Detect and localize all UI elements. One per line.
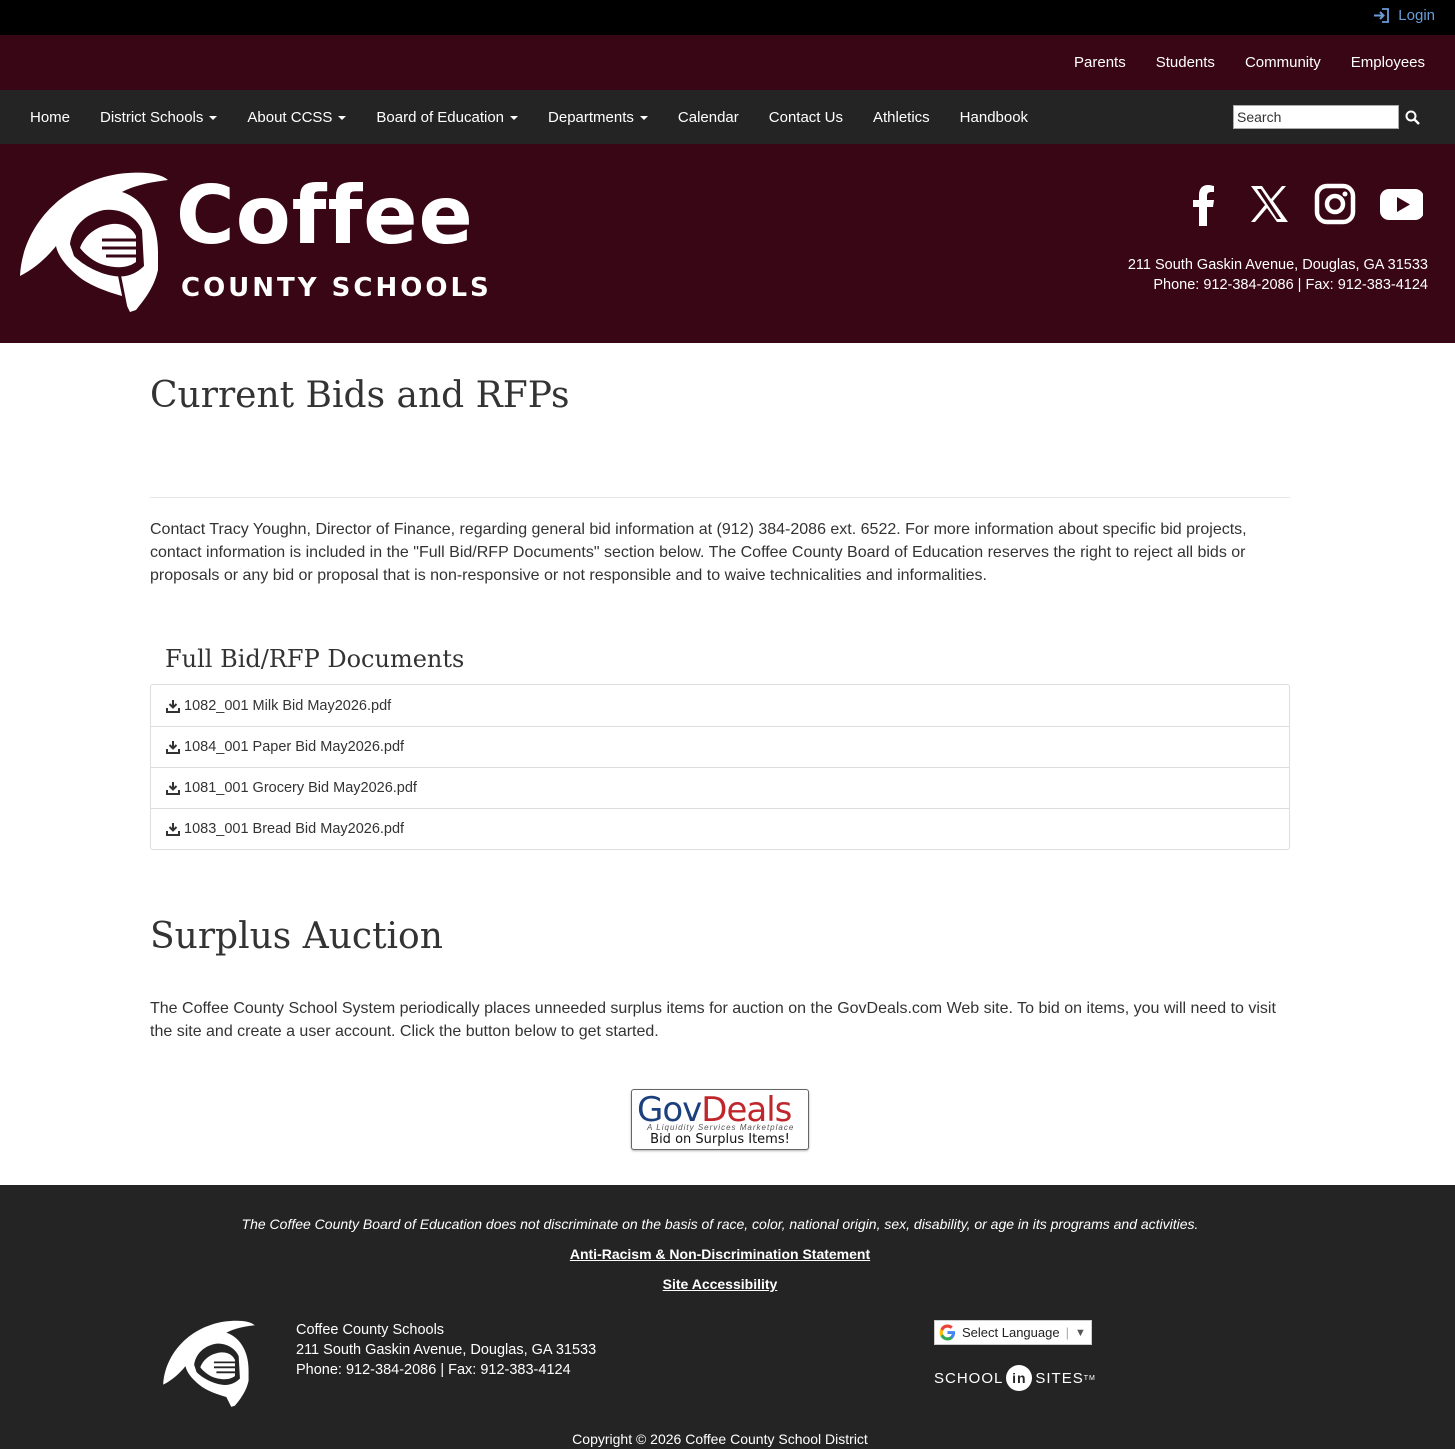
instagram-icon: [1314, 183, 1356, 225]
site-footer: The Coffee County Board of Education doe…: [0, 1185, 1455, 1449]
dropdown-arrow-icon: ▼: [1074, 1326, 1086, 1339]
social-links: [1181, 182, 1424, 226]
nav-athletics[interactable]: Athletics: [858, 109, 945, 126]
x-link[interactable]: [1247, 182, 1291, 226]
language-selector[interactable]: Select Language | ▼: [934, 1320, 1092, 1345]
audience-link-community[interactable]: Community: [1245, 54, 1321, 71]
audience-link-students[interactable]: Students: [1156, 54, 1215, 71]
govdeals-tagline: A Liquidity Services Marketplace: [647, 1123, 795, 1132]
document-name: 1081_001 Grocery Bid May2026.pdf: [184, 780, 417, 796]
logo-title: Coffee: [176, 169, 474, 262]
download-icon: [166, 823, 180, 836]
nav-contact-us[interactable]: Contact Us: [754, 109, 858, 126]
nav-about-ccss[interactable]: About CCSS: [232, 109, 361, 126]
document-link[interactable]: 1084_001 Paper Bid May2026.pdf: [151, 726, 1289, 767]
audience-nav-bar: Parents Students Community Employees: [0, 35, 1455, 90]
google-icon: [939, 1324, 956, 1341]
sis-sites-text: SITES: [1035, 1369, 1084, 1387]
footer-street-address: 211 South Gaskin Avenue, Douglas, GA 315…: [296, 1342, 597, 1358]
x-icon: [1251, 186, 1288, 222]
sis-trademark: TM: [1083, 1374, 1096, 1382]
sis-school-text: SCHOOL: [934, 1369, 1004, 1387]
spartan-helmet-icon: [163, 1320, 255, 1407]
header-phone-fax: Phone: 912-384-2086 | Fax: 912-383-4124: [1153, 277, 1428, 293]
language-separator: |: [1065, 1325, 1069, 1340]
document-link[interactable]: 1081_001 Grocery Bid May2026.pdf: [151, 767, 1289, 808]
spartan-helmet-logo-icon[interactable]: [18, 170, 170, 312]
caret-down-icon: [639, 116, 648, 120]
footer-address: Coffee County Schools 211 South Gaskin A…: [296, 1320, 596, 1380]
top-utility-bar: Login: [0, 0, 1455, 35]
schoolinsites-logo[interactable]: SCHOOL in SITES TM: [934, 1361, 1096, 1395]
site-accessibility-link[interactable]: Site Accessibility: [663, 1276, 778, 1292]
sis-apple-icon: in: [1006, 1365, 1033, 1391]
surplus-paragraph: The Coffee County School System periodic…: [150, 1000, 1276, 1040]
sign-in-icon: [1374, 8, 1390, 23]
non-discrimination-notice: The Coffee County Board of Education doe…: [241, 1216, 1199, 1232]
youtube-link[interactable]: [1379, 182, 1424, 226]
documents-list: 1082_001 Milk Bid May2026.pdf 1084_001 P…: [150, 684, 1290, 850]
search-button[interactable]: [1402, 107, 1422, 127]
caret-down-icon: [338, 116, 347, 120]
header-street-address: 211 South Gaskin Avenue, Douglas, GA 315…: [1127, 257, 1428, 273]
login-link[interactable]: Login: [1373, 7, 1435, 24]
facebook-link[interactable]: [1181, 182, 1225, 226]
nav-departments[interactable]: Departments: [533, 109, 663, 126]
download-icon: [166, 782, 180, 795]
document-name: 1084_001 Paper Bid May2026.pdf: [184, 739, 405, 755]
language-label: Select Language: [962, 1325, 1060, 1340]
anti-racism-statement-link[interactable]: Anti-Racism & Non-Discrimination Stateme…: [570, 1246, 870, 1262]
copyright-text: Copyright © 2026 Coffee County School Di…: [572, 1431, 868, 1447]
caret-down-icon: [510, 116, 519, 120]
document-link[interactable]: 1083_001 Bread Bid May2026.pdf: [151, 808, 1289, 849]
download-icon: [166, 741, 180, 754]
document-link[interactable]: 1082_001 Milk Bid May2026.pdf: [151, 685, 1289, 726]
intro-paragraph: Contact Tracy Youghn, Director of Financ…: [150, 521, 1247, 584]
caret-down-icon: [209, 116, 218, 120]
document-name: 1082_001 Milk Bid May2026.pdf: [184, 697, 392, 714]
divider: [150, 497, 1290, 498]
nav-calendar[interactable]: Calendar: [663, 109, 754, 126]
header-address: 211 South Gaskin Avenue, Douglas, GA 315…: [1128, 255, 1428, 295]
nav-handbook[interactable]: Handbook: [945, 109, 1043, 126]
search-input[interactable]: [1233, 105, 1399, 129]
nav-district-schools[interactable]: District Schools: [85, 109, 232, 126]
nav-home[interactable]: Home: [15, 109, 85, 126]
surplus-title: Surplus Auction: [150, 916, 443, 957]
audience-link-parents[interactable]: Parents: [1074, 54, 1126, 71]
footer-phone-fax: Phone: 912-384-2086 | Fax: 912-383-4124: [296, 1362, 571, 1378]
search-icon: [1405, 110, 1420, 125]
download-icon: [166, 699, 180, 713]
main-nav-bar: Home District Schools About CCSS Board o…: [0, 90, 1455, 144]
instagram-link[interactable]: [1313, 182, 1357, 226]
login-label: Login: [1398, 7, 1435, 24]
nav-board-of-education[interactable]: Board of Education: [361, 109, 533, 126]
logo-subtitle: COUNTY SCHOOLS: [181, 273, 492, 303]
footer-org-name: Coffee County Schools: [296, 1322, 445, 1338]
site-header: Coffee COUNTY SCHOOLS 211 South Gaskin A…: [0, 144, 1455, 343]
govdeals-bid-label: Bid on Surplus Items!: [650, 1132, 790, 1147]
documents-heading: Full Bid/RFP Documents: [165, 645, 465, 673]
govdeals-button[interactable]: GovDeals A Liquidity Services Marketplac…: [631, 1089, 809, 1150]
document-name: 1083_001 Bread Bid May2026.pdf: [184, 821, 405, 837]
youtube-icon: [1380, 189, 1424, 220]
search-form: [1233, 105, 1422, 129]
page-title: Current Bids and RFPs: [150, 375, 570, 416]
audience-link-employees[interactable]: Employees: [1351, 54, 1425, 71]
facebook-icon: [1193, 185, 1214, 226]
